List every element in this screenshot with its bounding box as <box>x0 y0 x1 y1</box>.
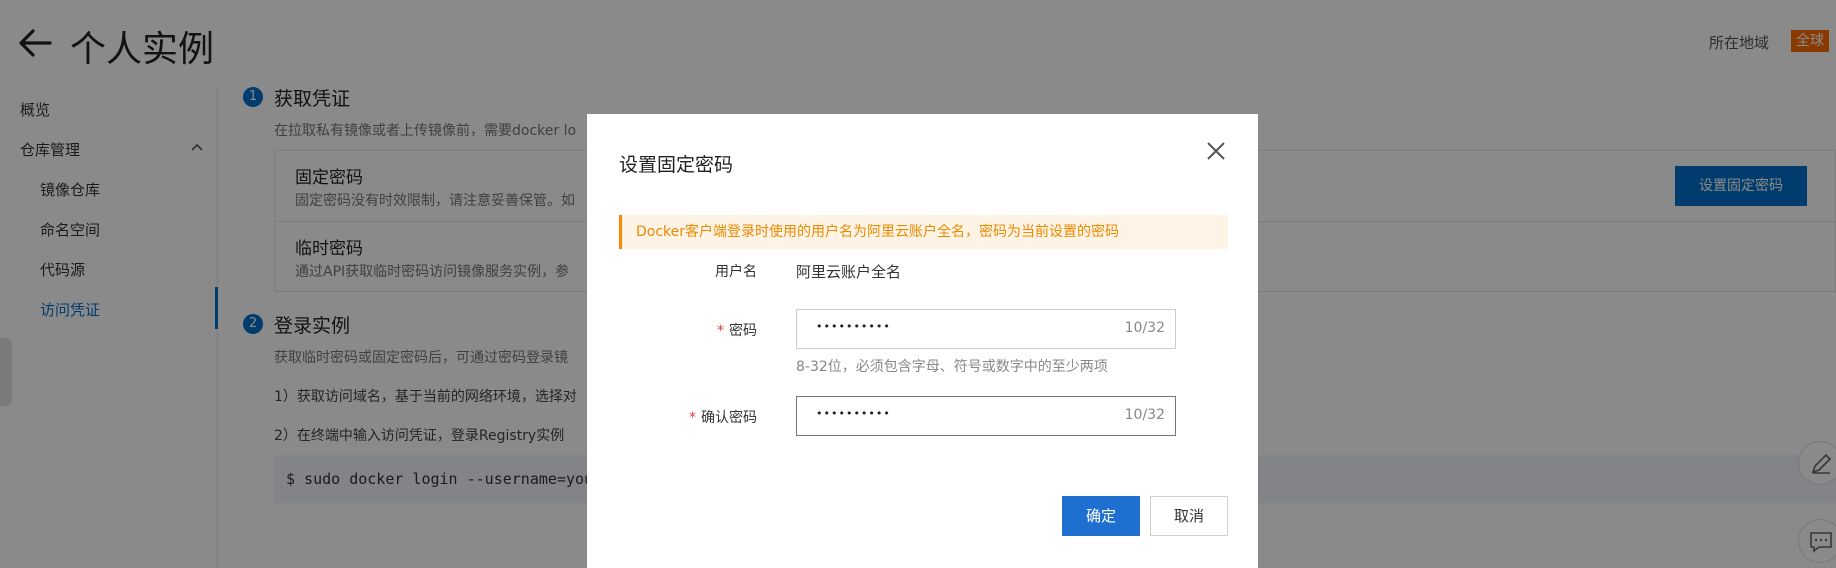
confirm-password-input[interactable]: •••••••••• 10/32 <box>796 396 1176 436</box>
username-value: 阿里云账户全名 <box>796 263 902 281</box>
password-mask: •••••••••• <box>816 320 891 333</box>
password-label: * 密码 <box>587 320 757 340</box>
confirm-password-mask: •••••••••• <box>816 407 891 420</box>
dialog-title: 设置固定密码 <box>619 154 734 176</box>
username-label: 用户名 <box>715 264 757 280</box>
confirm-password-label: * 确认密码 <box>587 407 757 427</box>
warning-tip: Docker客户端登录时使用的用户名为阿里云账户全名，密码为当前设置的密码 <box>619 215 1228 249</box>
password-label-text: 密码 <box>729 323 757 339</box>
password-char-counter: 10/32 <box>1124 320 1165 336</box>
close-icon[interactable] <box>1204 139 1228 163</box>
required-mark: * <box>717 323 724 339</box>
required-mark: * <box>689 410 696 426</box>
confirm-password-label-text: 确认密码 <box>701 410 757 426</box>
password-hint: 8-32位，必须包含字母、符号或数字中的至少两项 <box>796 359 1108 375</box>
set-fixed-password-dialog: 设置固定密码 Docker客户端登录时使用的用户名为阿里云账户全名，密码为当前设… <box>587 114 1258 568</box>
cancel-button[interactable]: 取消 <box>1150 496 1228 536</box>
password-input[interactable]: •••••••••• 10/32 <box>796 309 1176 349</box>
confirm-button[interactable]: 确定 <box>1062 496 1140 536</box>
confirm-password-char-counter: 10/32 <box>1124 407 1165 423</box>
